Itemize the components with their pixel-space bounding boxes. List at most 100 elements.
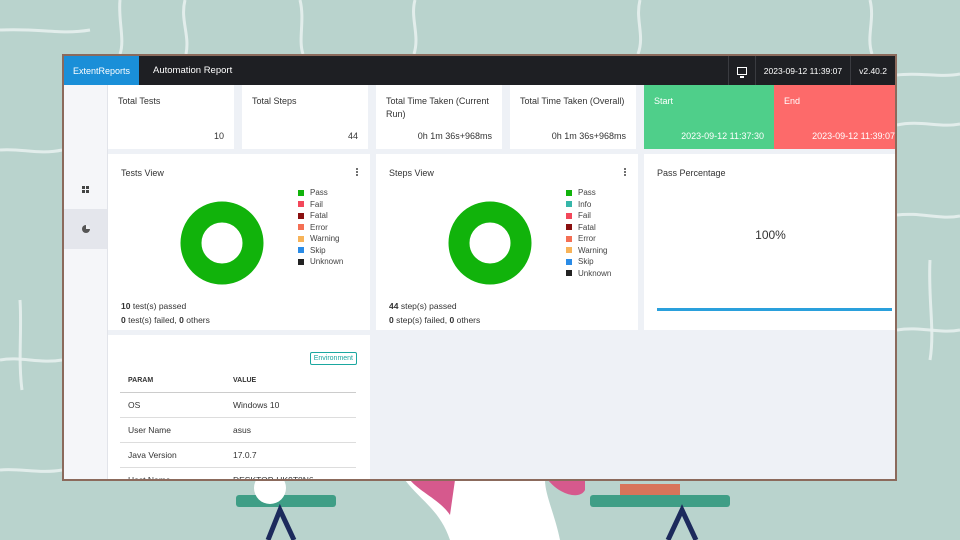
top-navbar: ExtentReports Automation Report 2023-09-… — [64, 56, 895, 85]
tests-others-text: others — [186, 315, 210, 325]
environment-panel: Environment PARAM VALUE OS Windows 10 Us… — [108, 335, 370, 479]
stat-label: Total Steps — [252, 96, 297, 106]
stat-label: Total Tests — [118, 96, 161, 106]
legend-label: Fail — [578, 211, 591, 221]
table-row: OS Windows 10 — [120, 392, 356, 418]
tests-failed-count: 0 — [121, 315, 126, 325]
legend-item-fail[interactable]: Fail — [566, 210, 611, 222]
legend-label: Info — [578, 199, 592, 209]
panel-title: Pass Percentage — [657, 168, 726, 178]
sidebar-item-dashboard[interactable] — [64, 169, 107, 209]
steps-failed-text: step(s) failed, — [396, 315, 448, 325]
pie-chart-icon — [81, 225, 90, 233]
dashboard-icon — [82, 185, 89, 193]
table-row: User Name asus — [120, 417, 356, 443]
pass-percentage-bar — [657, 308, 892, 311]
steps-donut-chart — [448, 201, 532, 285]
tests-failed-text: test(s) failed, — [128, 315, 177, 325]
legend-swatch — [298, 189, 304, 196]
param-cell: OS — [120, 392, 225, 418]
donut-slice-pass — [448, 201, 532, 285]
legend-item-unknown[interactable]: Unknown — [298, 256, 343, 268]
stat-card-end: End 2023-09-12 11:39:07 — [774, 85, 895, 149]
more-options-icon[interactable] — [624, 168, 626, 177]
legend-item-fatal[interactable]: Fatal — [566, 222, 611, 234]
legend-swatch — [566, 212, 572, 219]
value-cell: DESKTOP-HK9T8N6 — [225, 467, 356, 479]
stat-value: 44 — [347, 131, 358, 141]
legend-item-pass[interactable]: Pass — [566, 187, 611, 199]
environment-table: PARAM VALUE OS Windows 10 User Name asus… — [120, 368, 356, 479]
legend-swatch — [566, 247, 572, 254]
legend-item-error[interactable]: Error — [298, 222, 343, 234]
table-row: Host Name DESKTOP-HK9T8N6 — [120, 467, 356, 479]
legend-label: Skip — [578, 257, 594, 267]
stat-value: 2023-09-12 11:39:07 — [812, 131, 895, 141]
legend-item-pass[interactable]: Pass — [298, 187, 343, 199]
legend-item-skip[interactable]: Skip — [566, 256, 611, 268]
donut-slice-pass — [180, 201, 264, 285]
legend-swatch — [566, 270, 572, 277]
stat-value: 10 — [213, 131, 224, 141]
stat-card-time-overall: Total Time Taken (Overall) 0h 1m 36s+968… — [510, 85, 636, 149]
param-cell: Host Name — [120, 467, 225, 479]
tests-passed-text: test(s) passed — [132, 301, 187, 311]
param-cell: User Name — [120, 417, 225, 443]
steps-passed-count: 44 — [389, 301, 399, 311]
steps-others-text: others — [456, 315, 481, 325]
environment-badge: Environment — [309, 352, 357, 365]
steps-legend: Pass Info Fail Fatal Error Warning Skip Unknown — [566, 187, 611, 279]
legend-label: Error — [578, 234, 596, 244]
legend-swatch — [298, 201, 304, 208]
steps-failed-count: 0 — [389, 315, 394, 325]
stat-card-total-steps: Total Steps 44 — [242, 85, 368, 149]
stat-card-start: Start 2023-09-12 11:37:30 — [644, 85, 774, 149]
tests-passed-count: 10 — [121, 301, 131, 311]
value-cell: 17.0.7 — [225, 442, 356, 468]
legend-swatch — [298, 258, 304, 265]
legend-label: Fatal — [310, 211, 328, 221]
stat-value: 2023-09-12 11:37:30 — [681, 131, 764, 141]
monitor-button[interactable] — [727, 56, 755, 85]
legend-item-warning[interactable]: Warning — [298, 233, 343, 245]
column-header: VALUE — [225, 368, 356, 393]
legend-swatch — [298, 224, 304, 231]
legend-item-warning[interactable]: Warning — [566, 245, 611, 257]
brand-logo[interactable]: ExtentReports — [64, 56, 139, 85]
legend-item-skip[interactable]: Skip — [298, 245, 343, 257]
navbar-right: 2023-09-12 11:39:07 v2.40.2 — [727, 56, 895, 85]
pass-percentage-panel: Pass Percentage 100% — [644, 154, 895, 330]
legend-label: Pass — [310, 188, 328, 198]
legend-label: Warning — [310, 234, 340, 244]
value-cell: Windows 10 — [225, 392, 356, 418]
stat-card-total-tests: Total Tests 10 — [108, 85, 234, 149]
value-cell: asus — [225, 417, 356, 443]
more-options-icon[interactable] — [356, 168, 358, 177]
sidebar-item-charts[interactable] — [64, 209, 107, 249]
panel-title: Steps View — [389, 168, 434, 178]
legend-swatch — [566, 189, 572, 196]
legend-label: Unknown — [310, 257, 344, 267]
legend-item-info[interactable]: Info — [566, 199, 611, 211]
param-cell: Java Version — [120, 442, 225, 468]
legend-item-fail[interactable]: Fail — [298, 199, 343, 211]
pass-percentage-value: 100% — [755, 228, 786, 242]
pass-percentage-bar-fill — [657, 308, 892, 311]
legend-label: Fatal — [578, 222, 596, 232]
tests-view-panel: Tests View Pass Fail Fatal Error Warning Skip… — [108, 154, 370, 330]
legend-item-fatal[interactable]: Fatal — [298, 210, 343, 222]
legend-item-error[interactable]: Error — [566, 233, 611, 245]
stat-value: 0h 1m 36s+968ms — [551, 131, 626, 141]
legend-swatch — [298, 247, 304, 254]
panel-title: Tests View — [121, 168, 164, 178]
monitor-icon — [736, 66, 747, 78]
stat-value: 0h 1m 36s+968ms — [417, 131, 492, 141]
tests-others-count: 0 — [179, 315, 184, 325]
tests-donut-chart — [180, 201, 264, 285]
steps-passed-text: step(s) passed — [400, 301, 457, 311]
table-header-row: PARAM VALUE — [120, 368, 356, 393]
report-window: ExtentReports Automation Report 2023-09-… — [62, 54, 897, 481]
legend-item-unknown[interactable]: Unknown — [566, 268, 611, 280]
legend-swatch — [298, 212, 304, 219]
stat-label: End — [784, 96, 801, 106]
